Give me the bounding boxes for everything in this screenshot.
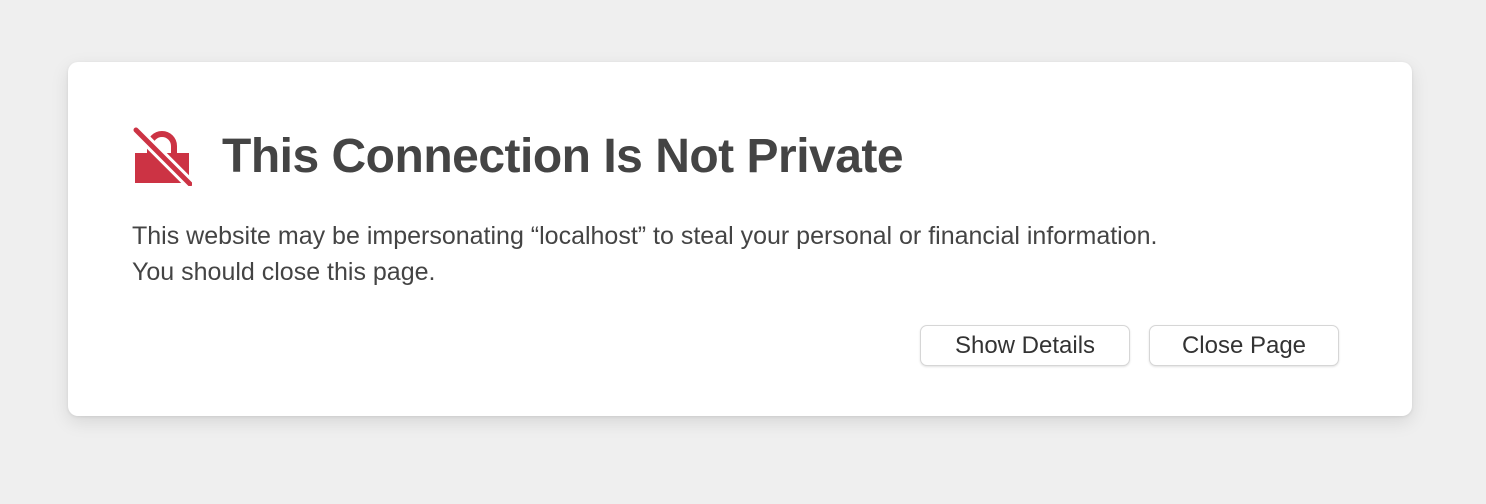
show-details-button[interactable]: Show Details: [920, 325, 1130, 366]
broken-lock-icon: [132, 126, 192, 186]
dialog-buttons: Show Details Close Page: [920, 325, 1339, 366]
dialog-header: This Connection Is Not Private: [132, 126, 904, 186]
close-page-button[interactable]: Close Page: [1149, 325, 1339, 366]
message-line-2: You should close this page.: [132, 258, 436, 286]
dialog-title: This Connection Is Not Private: [222, 129, 904, 183]
message-line-1: This website may be impersonating “local…: [132, 222, 1158, 250]
warning-dialog: This Connection Is Not Private This webs…: [68, 62, 1412, 416]
dialog-message: This website may be impersonating “local…: [132, 218, 1352, 290]
